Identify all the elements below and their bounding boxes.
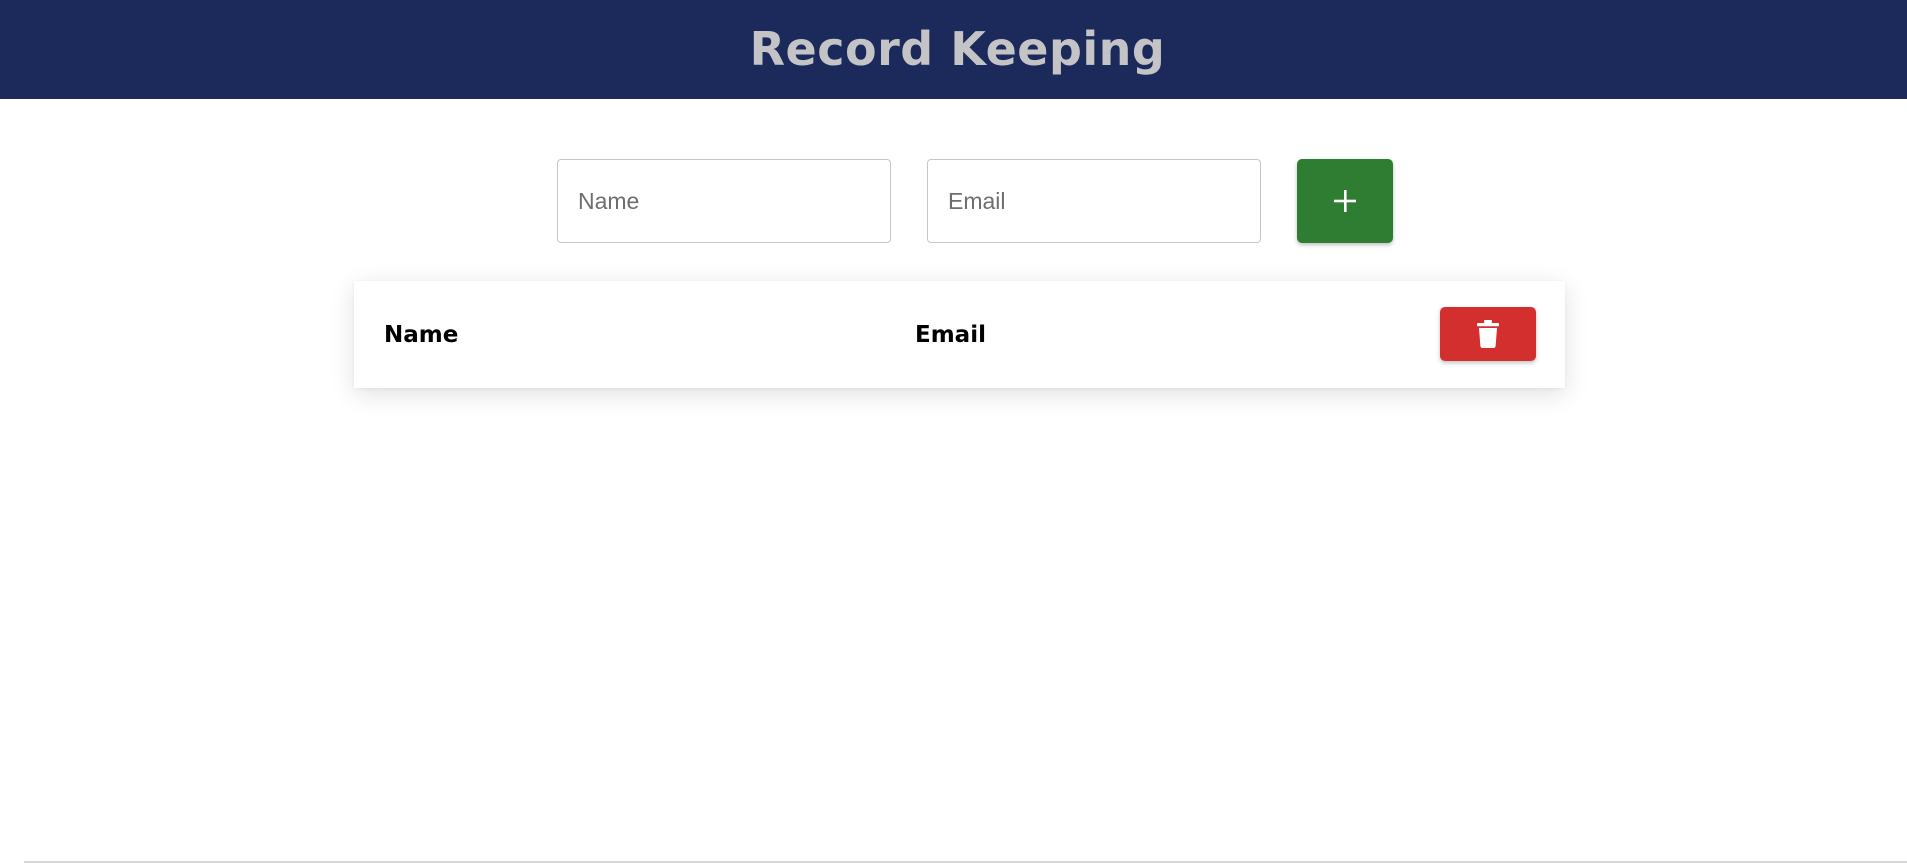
column-header-name: Name — [384, 321, 459, 348]
delete-all-button[interactable] — [1440, 307, 1536, 361]
plus-icon — [1334, 190, 1356, 212]
page-title: Record Keeping — [749, 21, 1166, 76]
page: Record Keeping Name Email — [0, 0, 1907, 864]
email-input[interactable] — [927, 159, 1261, 243]
add-record-button[interactable] — [1297, 159, 1393, 243]
app-header: Record Keeping — [0, 0, 1907, 99]
divider — [24, 861, 1907, 863]
records-table: Name Email — [354, 281, 1565, 388]
name-input[interactable] — [557, 159, 891, 243]
trash-icon — [1477, 320, 1499, 348]
column-header-email: Email — [915, 321, 986, 348]
